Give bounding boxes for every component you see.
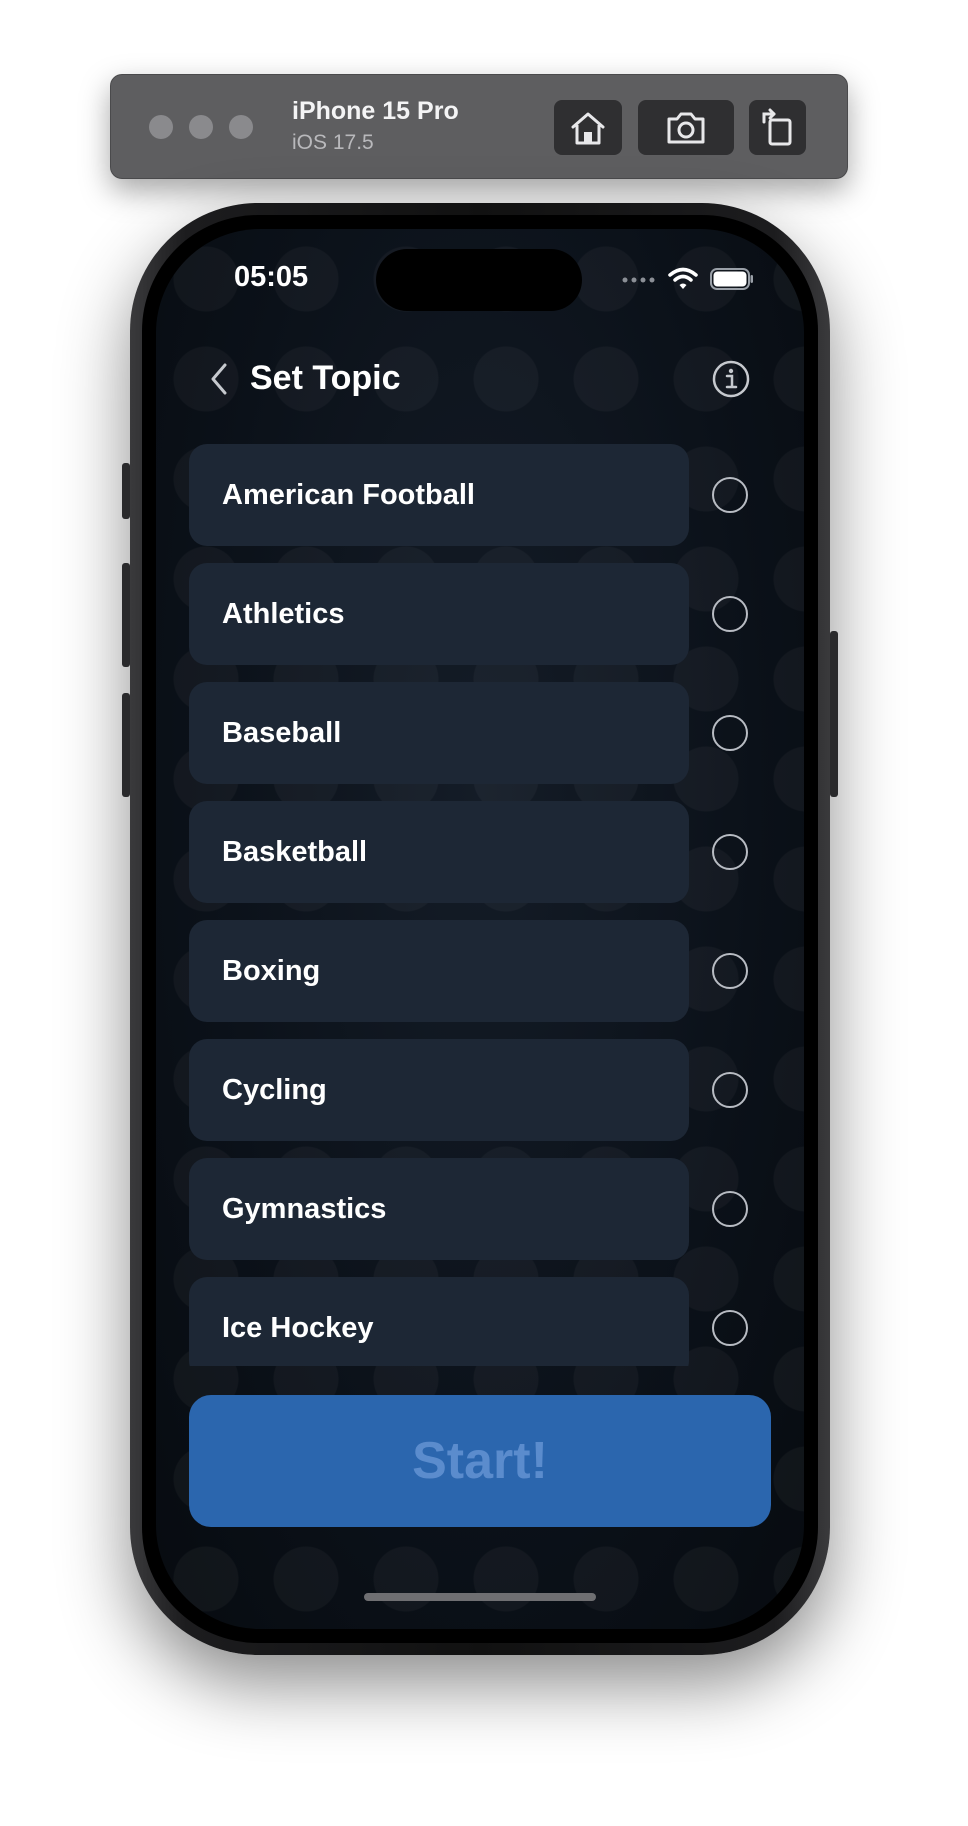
action-button: [122, 463, 130, 519]
topic-card[interactable]: Boxing: [189, 920, 689, 1022]
topic-radio[interactable]: [712, 1191, 748, 1227]
battery-icon: [710, 268, 753, 290]
topic-row-cycling[interactable]: Cycling: [189, 1039, 785, 1141]
simulator-toolbar: iPhone 15 Pro iOS 17.5: [110, 74, 848, 179]
dynamic-island: [376, 249, 582, 311]
rotate-icon: [762, 108, 791, 145]
device-name: iPhone 15 Pro: [292, 97, 459, 125]
topic-radio[interactable]: [712, 834, 748, 870]
topic-card[interactable]: American Football: [189, 444, 689, 546]
os-version: iOS 17.5: [292, 131, 374, 154]
topic-row-american-football[interactable]: American Football: [189, 444, 785, 546]
wifi-icon: [668, 267, 698, 289]
window-zoom-dot[interactable]: [229, 115, 253, 139]
topic-label: Gymnastics: [222, 1193, 387, 1225]
topic-row-basketball[interactable]: Basketball: [189, 801, 785, 903]
chevron-left-icon: [211, 363, 227, 395]
volume-down-button: [122, 693, 130, 797]
screenshot-button[interactable]: [638, 100, 734, 155]
home-button[interactable]: [554, 100, 622, 155]
topic-card[interactable]: Ice Hockey: [189, 1277, 689, 1366]
topic-radio[interactable]: [712, 715, 748, 751]
topic-row-baseball[interactable]: Baseball: [189, 682, 785, 784]
topic-card[interactable]: Athletics: [189, 563, 689, 665]
home-icon: [571, 112, 605, 144]
topic-card[interactable]: Basketball: [189, 801, 689, 903]
app-screen: 05:05 Set Topic American Football Athlet…: [156, 229, 804, 1629]
topic-radio[interactable]: [712, 477, 748, 513]
topic-row-gymnastics[interactable]: Gymnastics: [189, 1158, 785, 1260]
topic-label: Ice Hockey: [222, 1312, 374, 1344]
window-minimize-dot[interactable]: [189, 115, 213, 139]
status-icons: [622, 267, 754, 291]
start-button[interactable]: Start!: [189, 1395, 771, 1527]
back-button[interactable]: [204, 357, 234, 401]
topic-radio[interactable]: [712, 953, 748, 989]
topic-label: Athletics: [222, 598, 345, 630]
navigation-bar: Set Topic: [156, 349, 804, 409]
topic-radio[interactable]: [712, 596, 748, 632]
topic-radio[interactable]: [712, 1072, 748, 1108]
topic-card[interactable]: Cycling: [189, 1039, 689, 1141]
topic-label: Cycling: [222, 1074, 327, 1106]
info-icon: [712, 360, 750, 398]
topic-row-athletics[interactable]: Athletics: [189, 563, 785, 665]
topic-radio[interactable]: [712, 1310, 748, 1346]
window-close-dot[interactable]: [149, 115, 173, 139]
info-button[interactable]: [711, 359, 751, 399]
topic-row-ice-hockey[interactable]: Ice Hockey: [189, 1277, 785, 1366]
topic-label: Baseball: [222, 717, 342, 749]
page-title: Set Topic: [250, 359, 401, 397]
topic-label: Boxing: [222, 955, 321, 987]
topic-row-boxing[interactable]: Boxing: [189, 920, 785, 1022]
topic-list[interactable]: American Football Athletics Baseball Bas…: [156, 444, 804, 1366]
topic-card[interactable]: Gymnastics: [189, 1158, 689, 1260]
volume-up-button: [122, 563, 130, 667]
phone-frame: 05:05 Set Topic American Football Athlet…: [122, 203, 838, 1655]
power-button: [830, 631, 838, 797]
signal-icon: [622, 277, 655, 283]
camera-icon: [667, 112, 705, 143]
topic-label: American Football: [222, 479, 475, 511]
rotate-button[interactable]: [749, 100, 806, 155]
topic-card[interactable]: Baseball: [189, 682, 689, 784]
status-time: 05:05: [234, 261, 309, 293]
topic-label: Basketball: [222, 836, 368, 868]
home-indicator[interactable]: [364, 1593, 596, 1601]
